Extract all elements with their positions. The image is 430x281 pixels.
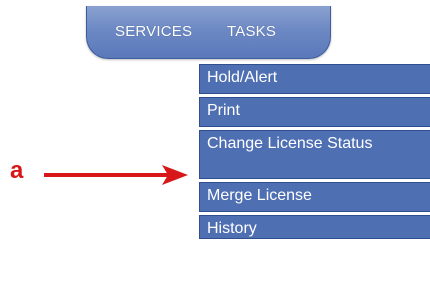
tab-services[interactable]: SERVICES	[115, 23, 192, 40]
menu-item-merge-license[interactable]: Merge License	[199, 182, 430, 212]
annotation-label: a	[10, 157, 24, 184]
tab-tasks[interactable]: TASKS	[227, 23, 276, 40]
menu-item-history[interactable]: History	[199, 215, 430, 239]
menu-item-change-license-status[interactable]: Change License Status	[199, 130, 430, 179]
tasks-dropdown-menu: Hold/Alert Print Change License Status M…	[199, 64, 430, 239]
screenshot-stage: SERVICES TASKS Hold/Alert Print Change L…	[0, 0, 430, 281]
top-tab-bar: SERVICES TASKS	[86, 6, 331, 59]
menu-item-hold-alert[interactable]: Hold/Alert	[199, 64, 430, 94]
menu-item-print[interactable]: Print	[199, 97, 430, 127]
annotation-arrow-icon	[44, 165, 188, 185]
